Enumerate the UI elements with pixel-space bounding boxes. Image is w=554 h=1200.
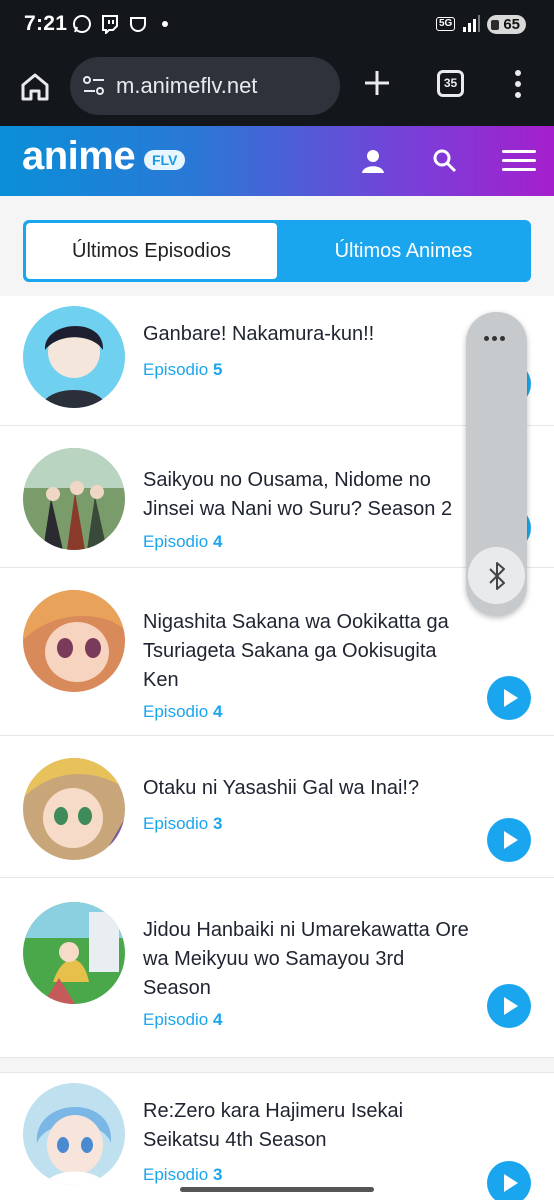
play-button[interactable]: [487, 1161, 531, 1200]
status-time: 7:21: [24, 12, 68, 35]
site-header: anime FLV: [0, 126, 554, 196]
tab-switcher-button[interactable]: 35: [437, 70, 464, 97]
anime-title[interactable]: Jidou Hanbaiki ni Umarekawatta Ore wa Me…: [143, 916, 473, 1003]
user-icon[interactable]: [360, 148, 386, 174]
url-text: m.animeflv.net: [116, 73, 258, 98]
new-tab-icon[interactable]: [362, 68, 392, 98]
site-logo[interactable]: anime: [22, 134, 136, 179]
episode-number: 3: [212, 1165, 223, 1184]
tab-latest-episodes[interactable]: Últimos Episodios: [26, 223, 277, 279]
anime-title[interactable]: Otaku ni Yasashii Gal wa Inai!?: [143, 774, 473, 803]
bluetooth-button[interactable]: [468, 547, 525, 604]
notification-icons: [72, 14, 168, 34]
play-button[interactable]: [487, 984, 531, 1028]
episode-label: Episodio 4: [143, 702, 223, 721]
list-item[interactable]: Re:Zero kara Hajimeru Isekai Seikatsu 4t…: [0, 1072, 554, 1200]
gesture-navigation-bar[interactable]: [180, 1187, 374, 1192]
anime-thumbnail[interactable]: [23, 306, 125, 408]
battery-indicator: 65: [487, 14, 526, 34]
app-notification-icon: [130, 17, 146, 32]
tab-latest-animes[interactable]: Últimos Animes: [279, 223, 528, 279]
list-item[interactable]: Jidou Hanbaiki ni Umarekawatta Ore wa Me…: [0, 878, 554, 1058]
anime-thumbnail[interactable]: [23, 448, 125, 550]
browser-menu-icon[interactable]: [510, 68, 526, 100]
twitch-icon: [102, 15, 118, 34]
episode-label: Episodio 3: [143, 814, 223, 833]
address-bar[interactable]: m.animeflv.net: [70, 57, 340, 115]
list-item[interactable]: Otaku ni Yasashii Gal wa Inai!? Episodio…: [0, 736, 554, 878]
play-button[interactable]: [487, 818, 531, 862]
content-tabs: Últimos Episodios Últimos Animes: [23, 220, 531, 282]
more-notifications-dot: [162, 21, 168, 27]
anime-title[interactable]: Re:Zero kara Hajimeru Isekai Seikatsu 4t…: [143, 1097, 473, 1155]
home-icon[interactable]: [18, 70, 52, 104]
episode-number: 4: [212, 1010, 223, 1029]
episode-label: Episodio 4: [143, 532, 223, 551]
anime-thumbnail[interactable]: [23, 902, 125, 1004]
system-icons: 5G 65: [435, 14, 526, 34]
browser-toolbar: m.animeflv.net 35: [0, 52, 554, 126]
anime-title[interactable]: Nigashita Sakana wa Ookikatta ga Tsuriag…: [143, 608, 473, 695]
floating-widget[interactable]: [466, 312, 527, 616]
status-bar: 7:21 5G 65: [0, 0, 554, 52]
network-type: 5G: [435, 17, 456, 31]
episode-label: Episodio 3: [143, 1165, 223, 1184]
episode-number: 5: [212, 360, 223, 379]
anime-thumbnail[interactable]: [23, 1083, 125, 1185]
hamburger-menu-icon[interactable]: [502, 150, 536, 172]
anime-title[interactable]: Ganbare! Nakamura-kun!!: [143, 320, 473, 349]
anime-title[interactable]: Saikyou no Ousama, Nidome no Jinsei wa N…: [143, 466, 473, 524]
episode-label: Episodio 4: [143, 1010, 223, 1029]
play-button[interactable]: [487, 676, 531, 720]
episode-number: 4: [212, 532, 223, 551]
signal-icon: [463, 15, 481, 32]
anime-thumbnail[interactable]: [23, 758, 125, 860]
episode-number: 4: [212, 702, 223, 721]
episode-number: 3: [212, 814, 223, 833]
search-icon[interactable]: [432, 148, 458, 174]
site-logo-badge[interactable]: FLV: [144, 150, 186, 170]
whatsapp-icon: [73, 15, 91, 33]
anime-thumbnail[interactable]: [23, 590, 125, 692]
more-options-icon[interactable]: [484, 336, 505, 341]
site-settings-icon[interactable]: [82, 75, 106, 97]
episode-label: Episodio 5: [143, 360, 223, 379]
bluetooth-icon: [489, 562, 505, 590]
